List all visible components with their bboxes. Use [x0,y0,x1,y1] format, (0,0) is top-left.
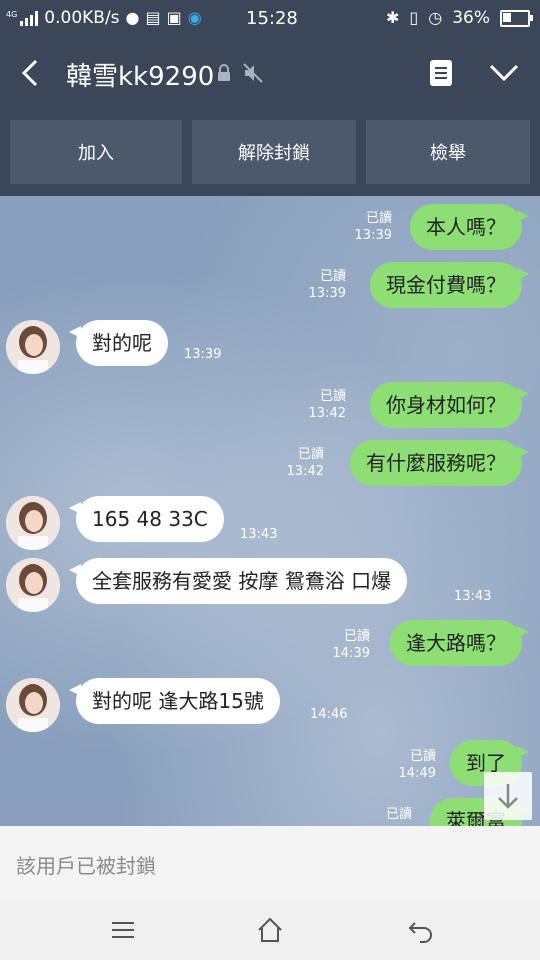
message-meta: 已讀 [386,806,412,823]
battery-icon [500,9,533,27]
clock: 15:28 [246,8,298,29]
read-receipt: 已讀 [319,389,346,404]
message-meta: 已讀 13:42 [309,388,346,422]
read-receipt: 已讀 [343,629,370,644]
battery-percent: 36% [452,8,490,28]
read-receipt: 已讀 [319,269,346,284]
alarm-icon: ◷ [428,8,443,27]
blocked-notice: 該用戶已被封鎖 [0,826,540,900]
read-receipt: 已讀 [297,447,324,462]
message-time: 14:39 [332,646,370,661]
lock-icon [218,64,230,81]
back-arrow-icon[interactable] [18,58,44,88]
message-time: 13:39 [184,347,222,362]
network-type: 4G [6,10,18,19]
network-speed: 0.00KB/s [44,8,120,28]
arrow-down-icon [498,784,518,809]
chat-header: 韓雪kk9290 [0,38,540,110]
message-bubble-incoming[interactable]: 對的呢 逢大路15號 [69,678,280,724]
image-icon: ▣ [166,8,182,27]
message-bubble-outgoing[interactable]: 你身材如何？ [370,382,529,428]
scroll-to-bottom-button[interactable] [484,772,532,820]
battery-fill [503,12,511,22]
bed-icon: ▤ [145,8,161,27]
message-bubble-incoming[interactable]: 全套服務有愛愛 按摩 鴛鴦浴 口爆 [68,558,408,604]
message-bubble-outgoing[interactable]: 有什麼服務呢？ [350,440,529,486]
message-bubble-outgoing[interactable]: 現金付費嗎？ [370,262,529,308]
message-bubble-incoming[interactable]: 165 48 33C [69,496,224,542]
system-nav-bar [0,900,540,960]
headset-icon: ◉ [187,8,202,27]
avatar[interactable] [6,678,60,732]
status-bar: 4G 0.00KB/s ● ▤ ▣ ◉ 15:28 ✱ ▯ ◷ 36% [0,0,540,38]
message-time: 13:39 [354,228,392,243]
avatar[interactable] [6,496,60,550]
status-left: 4G 0.00KB/s ● ▤ ▣ ◉ [6,8,202,28]
message-time: 13:39 [308,286,346,301]
back-nav-icon[interactable] [406,916,434,944]
message-time: 13:43 [240,527,278,542]
message-time: 14:49 [398,766,436,781]
message-meta: 已讀 13:42 [287,446,324,480]
chevron-down-icon[interactable] [488,60,520,86]
blocked-actions-bar: 加入 解除封鎖 檢舉 [0,110,540,196]
report-button[interactable]: 檢舉 [366,120,530,184]
avatar[interactable] [6,558,60,612]
line-app-icon: ● [125,8,140,27]
home-icon[interactable] [256,916,284,944]
status-right: ✱ ▯ ◷ 36% [386,8,533,28]
chat-area[interactable]: 已讀 13:39 本人嗎？ 已讀 13:39 現金付費嗎？ 對的呢 13:39 … [0,196,540,826]
chat-title: 韓雪kk9290 [66,62,215,92]
blocked-text: 該用戶已被封鎖 [16,854,156,878]
message-meta: 已讀 14:39 [333,628,370,662]
message-time: 14:46 [310,707,348,722]
unblock-button[interactable]: 解除封鎖 [192,120,356,184]
signal-icon: 4G [6,10,39,26]
menu-icon[interactable] [110,916,136,944]
message-meta: 已讀 13:39 [309,268,346,302]
message-bubble-outgoing[interactable]: 逢大路嗎？ [390,620,529,666]
mute-icon [243,63,263,83]
message-time: 13:42 [286,464,324,479]
bluetooth-icon: ✱ [386,8,400,27]
message-time: 13:42 [308,406,346,421]
message-bubble-incoming[interactable]: 對的呢 [69,320,168,366]
message-bubble-outgoing[interactable]: 本人嗎？ [410,204,529,250]
message-time: 13:43 [454,589,492,604]
avatar[interactable] [6,320,60,374]
read-receipt: 已讀 [409,749,436,764]
note-icon[interactable] [428,58,454,88]
read-receipt: 已讀 [365,211,392,226]
message-meta: 已讀 14:49 [399,748,436,782]
add-friend-button[interactable]: 加入 [10,120,182,184]
vibrate-icon: ▯ [409,8,419,27]
read-receipt: 已讀 [385,807,412,822]
message-meta: 已讀 13:39 [355,210,392,244]
